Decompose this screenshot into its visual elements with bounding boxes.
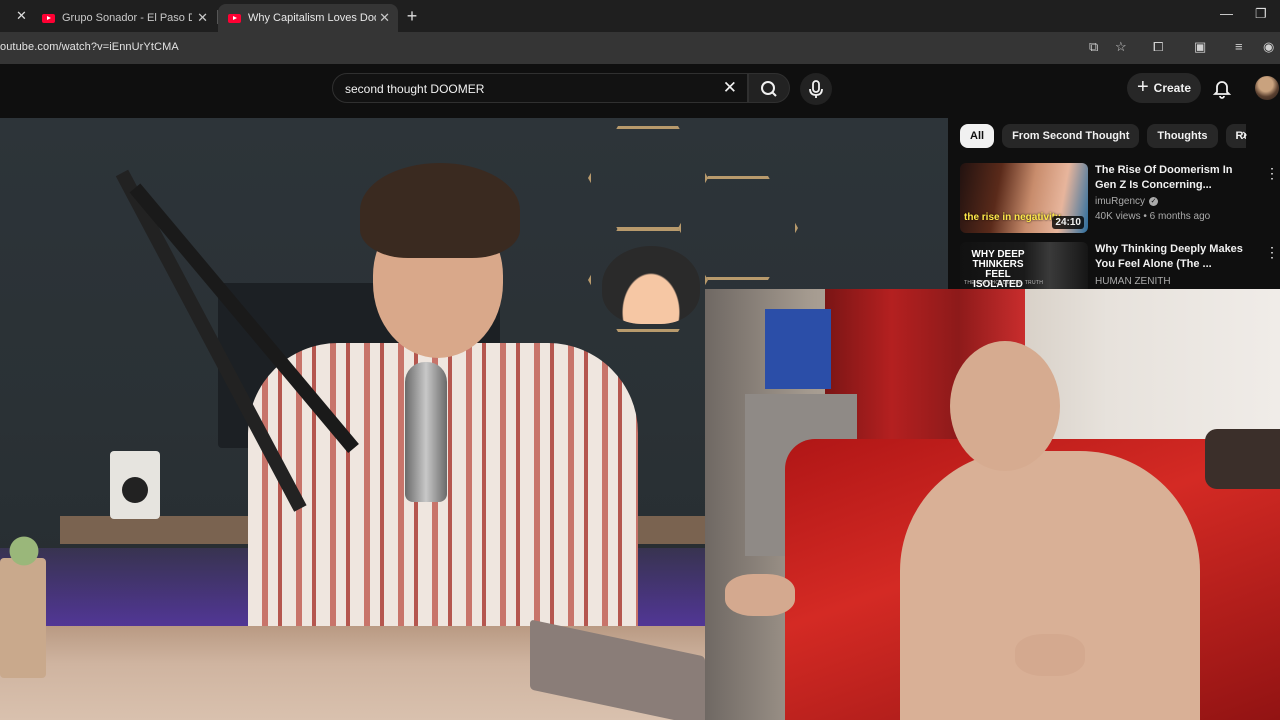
voice-search-button[interactable] [800,73,832,105]
webcam-hand [1015,634,1085,676]
more-options-icon[interactable]: ⋮ [1265,165,1279,182]
recommendations-rail: All From Second Thought Thoughts Rela › … [948,118,1280,289]
browser-tabstrip: ✕ Grupo Sonador - El Paso Del Gi ✕ Why C… [0,0,1280,32]
address-bar-row: outube.com/watch?v=iEnnUrYtCMA ⧉ ☆ ⧠ ▣ ≡… [0,32,1280,64]
plus-icon: + [1136,76,1149,98]
tab-title: Why Capitalism Loves Doomer [248,12,376,24]
profile-icon[interactable]: ◉ [1263,39,1274,55]
create-button[interactable]: + Create [1127,73,1201,103]
tab-close-icon[interactable]: ✕ [16,8,27,24]
duration-badge: 24:10 [1052,216,1084,229]
youtube-header: second thought DOOMER ✕ + Create [0,64,1280,118]
verified-check-icon: ✓ [1149,197,1159,206]
thumbnail-text: the rise in negativity [964,212,1061,223]
chevron-right-icon[interactable]: › [1242,126,1258,148]
clear-search-icon[interactable]: ✕ [723,78,737,98]
microphone-icon [809,80,823,98]
video-microphone [405,362,447,502]
filter-chips: All From Second Thought Thoughts Rela [960,124,1246,150]
video-speaker [110,451,160,519]
channel-label: HUMAN ZENITH [1095,276,1171,287]
recommendation-item[interactable]: WHY DEEP THINKERS FEEL ISOLATED THE PSYC… [960,242,1280,289]
notifications-bell-icon[interactable] [1211,77,1233,99]
search-button[interactable] [748,73,790,103]
video-title[interactable]: The Rise Of Doomerism In Gen Z Is Concer… [1095,163,1255,193]
webcam-hand [725,574,795,616]
tab-grupo-sonador[interactable]: Grupo Sonador - El Paso Del Gi ✕ [32,4,216,32]
search-icon [761,81,777,97]
video-title[interactable]: Why Thinking Deeply Makes You Feel Alone… [1095,242,1255,272]
tab-title: Grupo Sonador - El Paso Del Gi [62,12,192,24]
youtube-favicon-icon [228,13,241,23]
minimize-icon[interactable]: — [1220,6,1233,21]
youtube-favicon-icon [42,13,55,23]
recommendation-item[interactable]: the rise in negativity 24:10 The Rise Of… [960,163,1280,235]
webcam-pillow [1205,429,1280,489]
extensions-icon[interactable]: ⧠ [1153,39,1163,55]
thumbnail-subtext: THE PSYCHOLOGICAL TRUTH [964,280,1044,286]
channel-name[interactable]: HUMAN ZENITH [1095,276,1171,287]
sidebar-icon[interactable]: ▣ [1194,39,1206,55]
video-meta: 40K views • 6 months ago [1095,211,1211,222]
new-tab-button[interactable]: + [402,6,422,27]
search-input[interactable]: second thought DOOMER [345,82,484,96]
video-thumbnail[interactable]: WHY DEEP THINKERS FEEL ISOLATED THE PSYC… [960,242,1088,289]
chip-from-second-thought[interactable]: From Second Thought [1002,124,1140,148]
tab-close-icon[interactable]: ✕ [379,10,390,26]
url-field[interactable]: outube.com/watch?v=iEnnUrYtCMA [0,41,179,53]
create-label: Create [1153,81,1192,95]
video-thumbnail[interactable]: the rise in negativity 24:10 [960,163,1088,233]
reading-list-icon[interactable]: ≡ [1235,39,1243,54]
bookmark-star-icon[interactable]: ☆ [1115,39,1127,55]
install-app-icon[interactable]: ⧉ [1089,39,1098,55]
search-box[interactable]: second thought DOOMER ✕ [332,73,748,103]
account-avatar[interactable] [1255,76,1279,100]
tab-close-icon[interactable]: ✕ [197,10,208,26]
channel-name[interactable]: imuRgency ✓ [1095,196,1159,207]
video-plant [0,536,48,678]
channel-label: imuRgency [1095,196,1146,207]
tab-why-capitalism[interactable]: Why Capitalism Loves Doomer ✕ [218,4,398,32]
webcam-overlay [705,289,1280,720]
chip-thoughts[interactable]: Thoughts [1147,124,1218,148]
chip-all[interactable]: All [960,124,995,148]
more-options-icon[interactable]: ⋮ [1265,244,1279,261]
webcam-box [765,309,831,389]
maximize-icon[interactable]: ❐ [1255,6,1267,22]
